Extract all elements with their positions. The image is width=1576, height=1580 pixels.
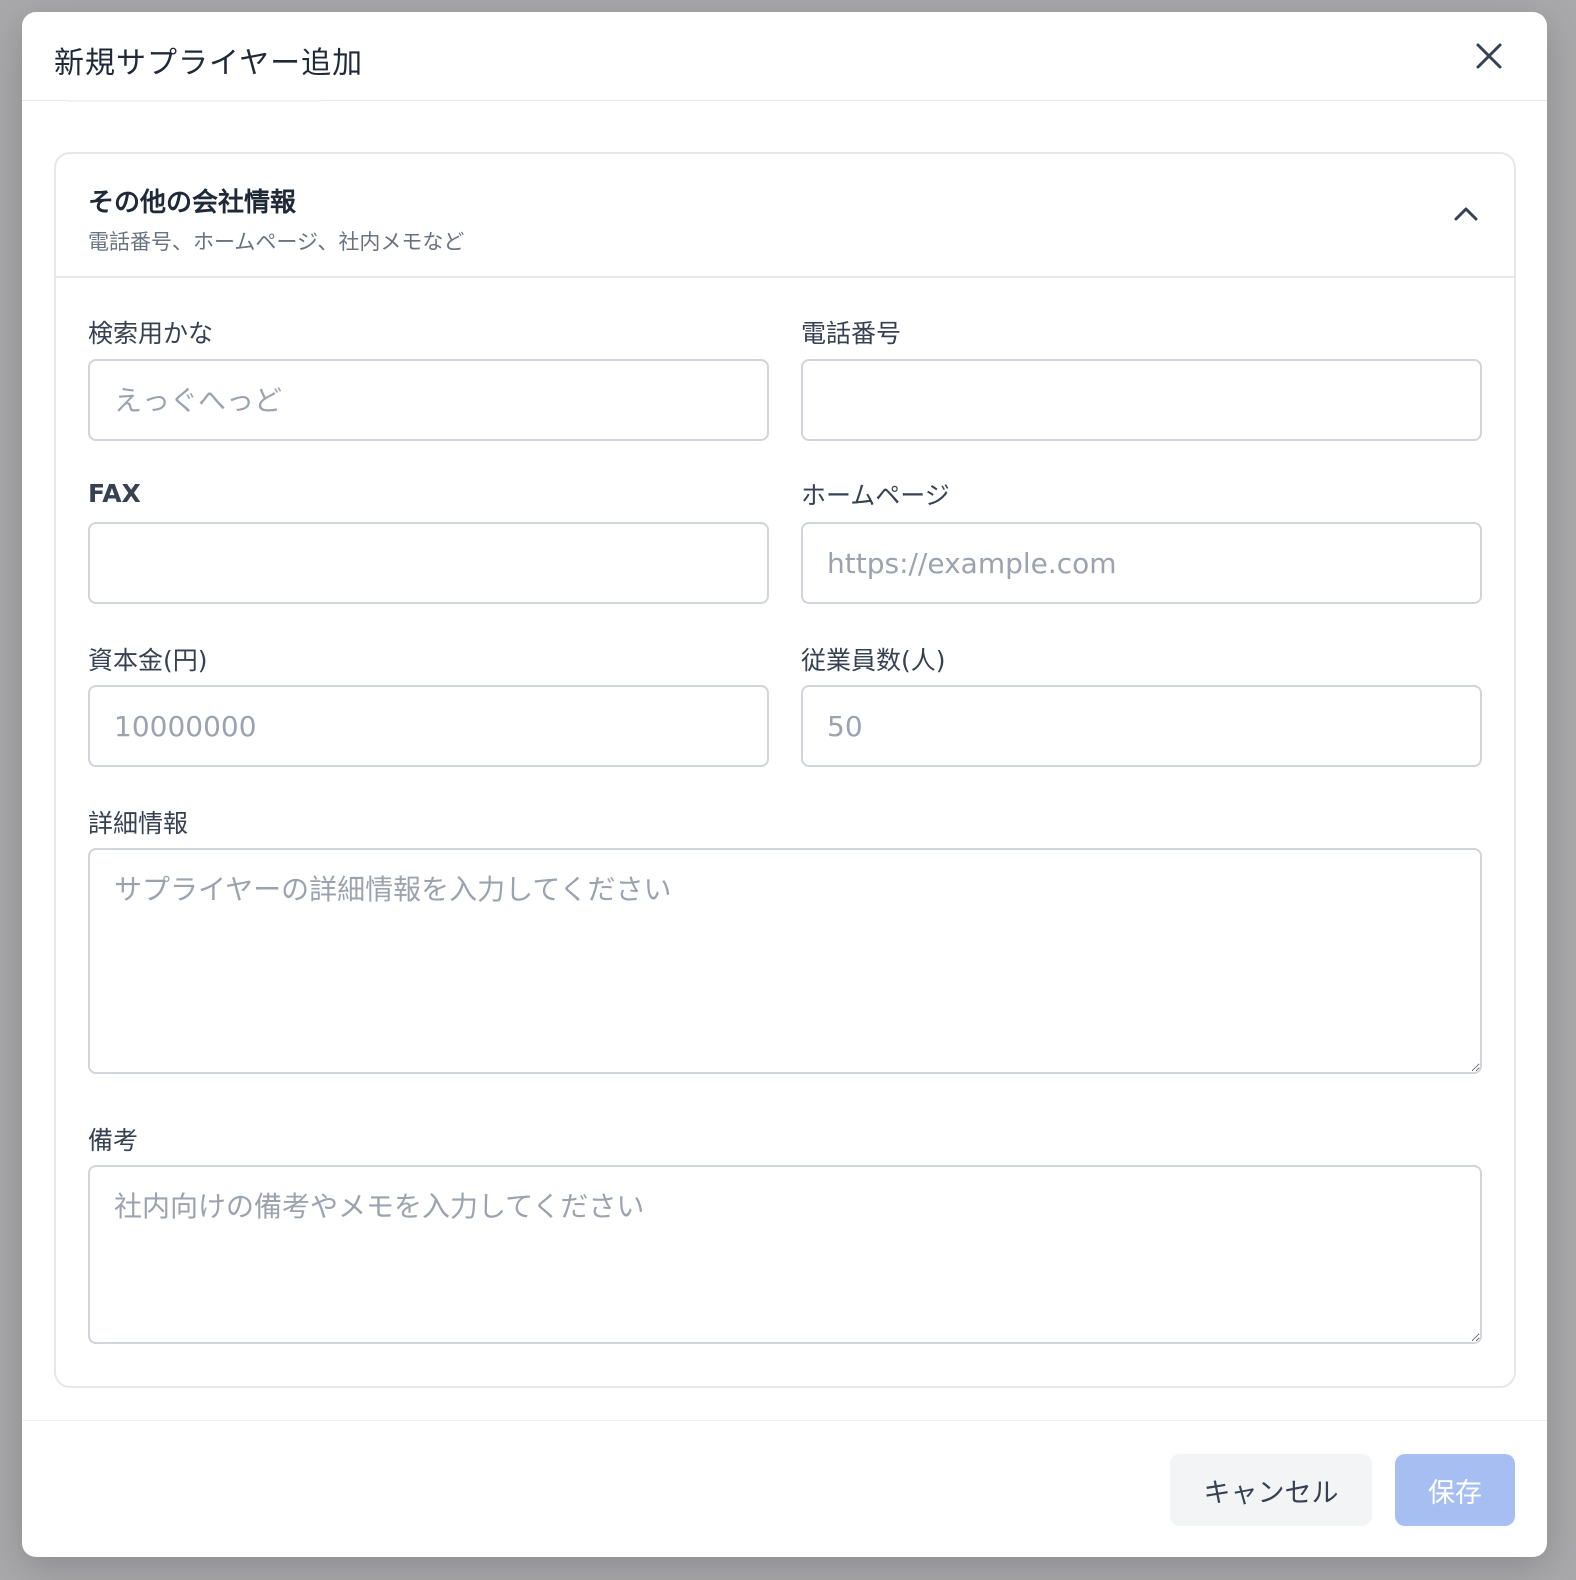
close-button[interactable] bbox=[1473, 40, 1505, 72]
phone-input[interactable] bbox=[801, 359, 1482, 441]
section-toggle[interactable]: その他の会社情報 電話番号、ホームページ、社内メモなど bbox=[56, 154, 1514, 278]
close-icon bbox=[1476, 43, 1502, 69]
modal-footer: キャンセル 保存 bbox=[22, 1420, 1547, 1557]
notes-label: 備考 bbox=[88, 1126, 139, 1155]
details-textarea[interactable] bbox=[88, 848, 1482, 1074]
section-title: その他の会社情報 bbox=[88, 188, 297, 218]
search-kana-label: 検索用かな bbox=[88, 319, 214, 348]
modal-title: 新規サプライヤー追加 bbox=[54, 46, 364, 81]
other-company-info-section: その他の会社情報 電話番号、ホームページ、社内メモなど 検索用かな 電話番号 F… bbox=[54, 152, 1516, 1388]
fax-input[interactable] bbox=[88, 522, 769, 604]
phone-label: 電話番号 bbox=[801, 319, 902, 348]
section-subtitle: 電話番号、ホームページ、社内メモなど bbox=[88, 230, 465, 254]
employees-input[interactable] bbox=[801, 685, 1482, 767]
chevron-up-icon bbox=[1454, 207, 1478, 221]
add-supplier-modal: 新規サプライヤー追加 その他の会社情報 電話番号、ホームページ、社内メモなど 検… bbox=[22, 12, 1547, 1557]
search-kana-input[interactable] bbox=[88, 359, 769, 441]
modal-header: 新規サプライヤー追加 bbox=[22, 12, 1547, 101]
scroll-shadow bbox=[66, 100, 321, 102]
homepage-input[interactable] bbox=[801, 522, 1482, 604]
capital-input[interactable] bbox=[88, 685, 769, 767]
fax-label: FAX bbox=[88, 479, 141, 508]
homepage-label: ホームページ bbox=[801, 481, 950, 510]
cancel-button[interactable]: キャンセル bbox=[1170, 1454, 1372, 1526]
notes-textarea[interactable] bbox=[88, 1165, 1482, 1344]
details-label: 詳細情報 bbox=[88, 809, 189, 838]
employees-label: 従業員数(人) bbox=[801, 646, 946, 675]
capital-label: 資本金(円) bbox=[88, 646, 208, 675]
save-button[interactable]: 保存 bbox=[1395, 1454, 1515, 1526]
